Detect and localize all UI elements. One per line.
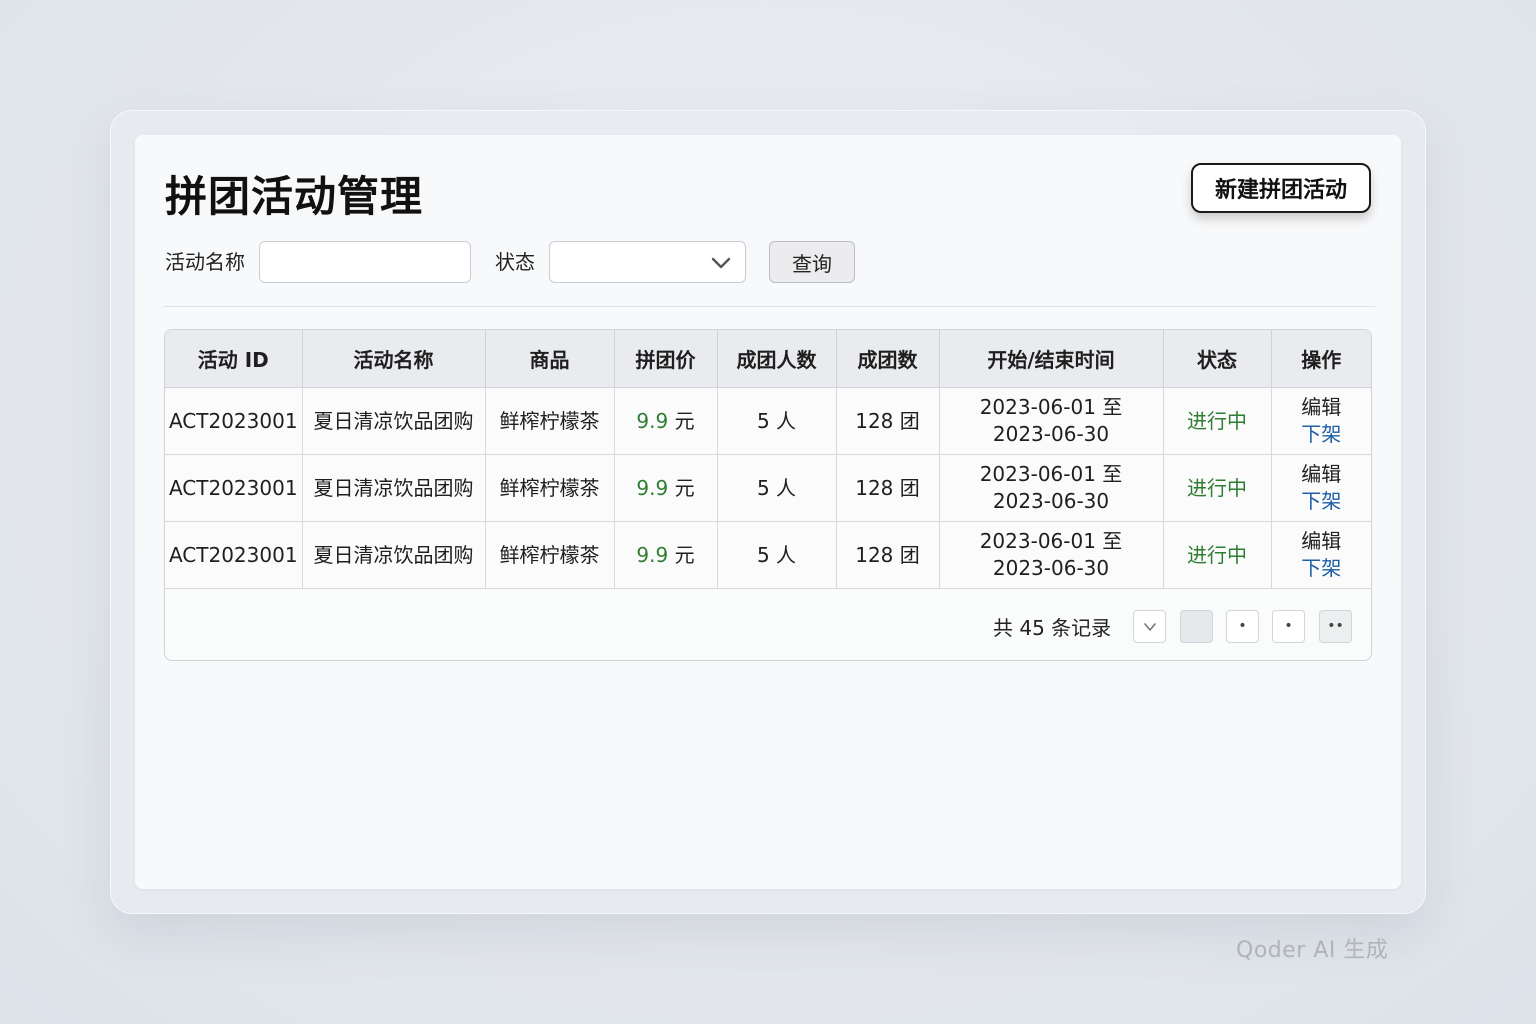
table-header-row: 活动 ID 活动名称 商品 拼团价 成团人数 成团数 开始/结束时间 状态 操作 [165, 330, 1371, 388]
cell-price: 9.9 元 [614, 387, 718, 455]
col-header-product: 商品 [485, 330, 615, 388]
edit-link[interactable]: 编辑 [1272, 528, 1372, 555]
cell-product: 鲜榨柠檬茶 [485, 454, 615, 522]
cell-product: 鲜榨柠檬茶 [485, 387, 615, 455]
cell-product: 鲜榨柠檬茶 [485, 521, 615, 589]
activity-table-container: 活动 ID 活动名称 商品 拼团价 成团人数 成团数 开始/结束时间 状态 操作… [164, 329, 1372, 661]
chevron-down-icon [1143, 623, 1156, 631]
take-down-link[interactable]: 下架 [1272, 488, 1372, 515]
status-label: 状态 [495, 250, 535, 274]
page-title: 拼团活动管理 [165, 172, 424, 221]
col-header-time: 开始/结束时间 [939, 330, 1164, 388]
activity-name-label: 活动名称 [165, 250, 245, 274]
col-header-group-count: 成团数 [836, 330, 940, 388]
cell-name: 夏日清凉饮品团购 [302, 521, 486, 589]
chevron-down-icon [711, 257, 731, 269]
cell-status: 进行中 [1163, 387, 1272, 455]
col-header-group-size: 成团人数 [717, 330, 837, 388]
col-header-actions: 操作 [1271, 330, 1371, 388]
price-unit: 元 [668, 475, 695, 500]
page-button-current[interactable] [1180, 610, 1213, 643]
cell-time: 2023-06-01 至 2023-06-30 [939, 521, 1164, 589]
col-header-status: 状态 [1163, 330, 1272, 388]
activity-name-input[interactable] [259, 241, 471, 283]
cell-time: 2023-06-01 至 2023-06-30 [939, 454, 1164, 522]
col-header-name: 活动名称 [302, 330, 486, 388]
cell-name: 夏日清凉饮品团购 [302, 454, 486, 522]
edit-link[interactable]: 编辑 [1272, 461, 1372, 488]
take-down-link[interactable]: 下架 [1272, 555, 1372, 582]
total-records: 共 45 条记录 [993, 616, 1112, 640]
table-row: ACT2023001 夏日清凉饮品团购 鲜榨柠檬茶 9.9 元 5 人 128 … [165, 454, 1372, 522]
cell-id: ACT2023001 [165, 454, 303, 522]
time-start: 2023-06-01 至 [979, 529, 1123, 553]
cell-actions: 编辑 下架 [1271, 454, 1372, 522]
take-down-link[interactable]: 下架 [1272, 421, 1372, 448]
edit-link[interactable]: 编辑 [1272, 394, 1372, 421]
query-button[interactable]: 查询 [769, 241, 855, 283]
watermark: Qoder AI 生成 [1236, 938, 1389, 963]
status-select[interactable] [549, 241, 746, 283]
cell-actions: 编辑 下架 [1271, 521, 1372, 589]
time-start: 2023-06-01 至 [979, 395, 1123, 419]
table-row: ACT2023001 夏日清凉饮品团购 鲜榨柠檬茶 9.9 元 5 人 128 … [165, 387, 1372, 455]
cell-group-count: 128 团 [836, 521, 940, 589]
time-end: 2023-06-30 [992, 422, 1110, 446]
cell-price: 9.9 元 [614, 521, 718, 589]
price-unit: 元 [668, 408, 695, 433]
col-header-id: 活动 ID [165, 330, 303, 388]
main-card: 拼团活动管理 新建拼团活动 活动名称 状态 查询 活动 ID 活动名称 商品 拼… [135, 135, 1401, 889]
cell-name: 夏日清凉饮品团购 [302, 387, 486, 455]
cell-group-count: 128 团 [836, 387, 940, 455]
price-value: 9.9 [636, 408, 669, 433]
cell-group-size: 5 人 [717, 454, 837, 522]
col-header-price: 拼团价 [614, 330, 718, 388]
new-group-activity-button[interactable]: 新建拼团活动 [1191, 163, 1371, 213]
cell-time: 2023-06-01 至 2023-06-30 [939, 387, 1164, 455]
prev-page-button[interactable] [1133, 610, 1166, 643]
time-end: 2023-06-30 [992, 556, 1110, 580]
price-value: 9.9 [636, 542, 669, 567]
time-start: 2023-06-01 至 [979, 462, 1123, 486]
time-end: 2023-06-30 [992, 489, 1110, 513]
cell-actions: 编辑 下架 [1271, 387, 1372, 455]
price-value: 9.9 [636, 475, 669, 500]
filter-bar: 活动名称 状态 查询 [165, 241, 1375, 283]
cell-price: 9.9 元 [614, 454, 718, 522]
table-row: ACT2023001 夏日清凉饮品团购 鲜榨柠檬茶 9.9 元 5 人 128 … [165, 521, 1372, 589]
page-button[interactable]: • [1272, 610, 1305, 643]
page-button[interactable]: • [1226, 610, 1259, 643]
pagination: 共 45 条记录 • • •• [165, 592, 1371, 660]
cell-status: 进行中 [1163, 521, 1272, 589]
price-unit: 元 [668, 542, 695, 567]
cell-group-count: 128 团 [836, 454, 940, 522]
activity-table: 活动 ID 活动名称 商品 拼团价 成团人数 成团数 开始/结束时间 状态 操作… [165, 330, 1371, 589]
cell-status: 进行中 [1163, 454, 1272, 522]
cell-id: ACT2023001 [165, 387, 303, 455]
cell-group-size: 5 人 [717, 387, 837, 455]
cell-group-size: 5 人 [717, 521, 837, 589]
cell-id: ACT2023001 [165, 521, 303, 589]
next-page-button[interactable]: •• [1319, 610, 1352, 643]
filter-divider [163, 306, 1375, 307]
